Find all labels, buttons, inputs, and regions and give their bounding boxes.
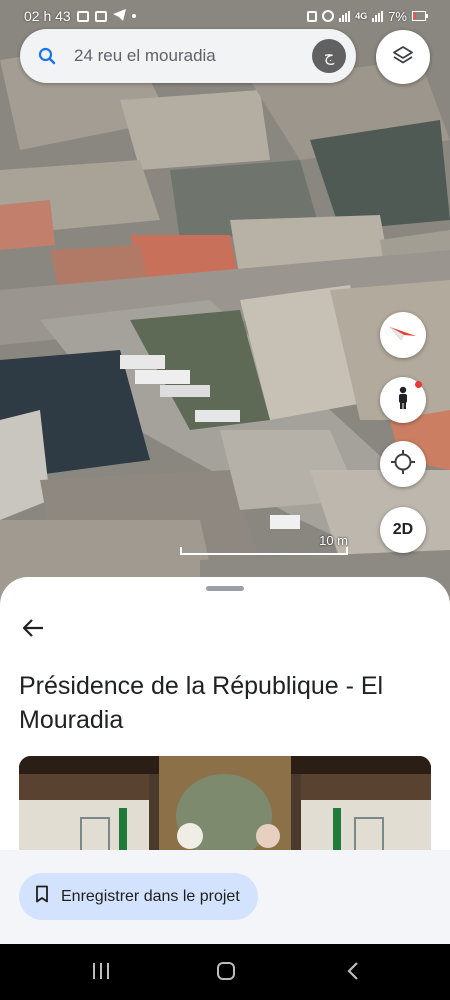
gallery-icon bbox=[76, 10, 89, 22]
search-input[interactable]: 24 reu el mouradia bbox=[74, 46, 312, 66]
alarm-icon bbox=[322, 10, 335, 22]
network-type: 4G bbox=[355, 11, 368, 21]
bookmark-icon bbox=[35, 885, 49, 908]
screen: 02 h 43 4G 7% 24 reu el mouradia ج 2D 10… bbox=[0, 0, 450, 1000]
save-button-label: Enregistrer dans le projet bbox=[61, 887, 240, 905]
battery-percentage: 7% bbox=[388, 8, 407, 24]
home-icon bbox=[216, 961, 236, 986]
scale-label: 10 m bbox=[319, 533, 348, 548]
signal-icon-2 bbox=[372, 10, 384, 22]
recents-button[interactable] bbox=[86, 958, 116, 988]
back-button[interactable] bbox=[18, 615, 48, 645]
recents-icon bbox=[91, 962, 111, 985]
telegram-icon bbox=[112, 8, 126, 24]
arrow-back-icon bbox=[22, 618, 44, 643]
street-view-indicator bbox=[415, 381, 422, 388]
back-nav-button[interactable] bbox=[338, 958, 368, 988]
map-scale: 10 m bbox=[180, 533, 354, 557]
status-time: 02 h 43 bbox=[24, 8, 71, 24]
folder-icon bbox=[94, 10, 107, 22]
status-bar: 02 h 43 4G 7% bbox=[0, 0, 450, 32]
search-icon[interactable] bbox=[20, 29, 74, 83]
search-bar[interactable]: 24 reu el mouradia ج bbox=[20, 29, 356, 83]
battery-icon bbox=[412, 9, 428, 24]
signal-icon bbox=[339, 10, 351, 22]
toggle-2d-button[interactable]: 2D bbox=[380, 507, 426, 553]
battery-saver-icon bbox=[307, 10, 318, 22]
scale-bar bbox=[180, 547, 348, 555]
layers-button[interactable] bbox=[376, 30, 430, 84]
system-nav-bar bbox=[0, 944, 450, 1000]
home-button[interactable] bbox=[211, 958, 241, 988]
layers-icon bbox=[392, 44, 414, 71]
back-icon bbox=[346, 961, 360, 986]
notification-dot-icon bbox=[131, 14, 136, 18]
avatar[interactable]: ج bbox=[312, 39, 346, 73]
my-location-button[interactable] bbox=[380, 441, 426, 487]
compass-icon bbox=[388, 322, 418, 349]
place-title: Présidence de la République - El Mouradi… bbox=[19, 672, 384, 734]
compass-button[interactable] bbox=[380, 312, 426, 358]
drag-handle[interactable] bbox=[206, 586, 244, 591]
pegman-icon bbox=[396, 386, 410, 415]
street-view-button[interactable] bbox=[380, 377, 426, 423]
save-to-project-button[interactable]: Enregistrer dans le projet bbox=[19, 873, 258, 920]
my-location-icon bbox=[390, 449, 416, 480]
action-bar: Enregistrer dans le projet bbox=[0, 850, 450, 944]
